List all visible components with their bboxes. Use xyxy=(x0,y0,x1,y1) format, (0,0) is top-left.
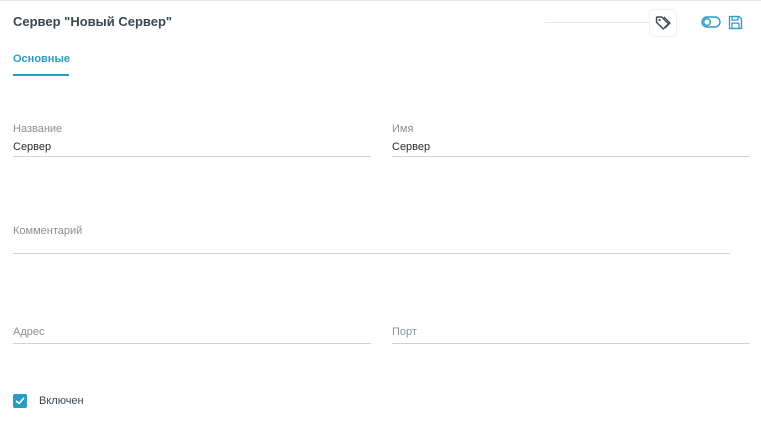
save-button[interactable] xyxy=(727,14,743,30)
comment-field: Комментарий xyxy=(13,225,730,257)
port-input[interactable] xyxy=(392,328,750,343)
checkmark-icon xyxy=(15,396,25,406)
save-icon xyxy=(728,15,743,30)
tags-button[interactable] xyxy=(650,10,676,36)
page-title: Сервер "Новый Сервер" xyxy=(13,14,173,29)
name-underline xyxy=(13,156,371,157)
toggle-icon xyxy=(701,16,721,28)
tag-icon xyxy=(654,14,672,32)
name-label: Название xyxy=(13,123,63,135)
username-underline xyxy=(392,156,750,157)
enabled-label: Включен xyxy=(39,395,84,407)
name-input[interactable] xyxy=(13,139,371,154)
enable-toggle[interactable] xyxy=(700,14,722,30)
address-input[interactable] xyxy=(13,328,371,343)
port-underline xyxy=(392,343,750,344)
tag-input-line xyxy=(545,22,649,23)
comment-label: Комментарий xyxy=(13,225,83,237)
tab-main[interactable]: Основные xyxy=(13,53,70,65)
username-label: Имя xyxy=(392,123,414,135)
tab-active-indicator xyxy=(13,74,69,76)
address-field: Адрес xyxy=(13,326,371,348)
top-divider xyxy=(0,0,761,1)
address-underline xyxy=(13,343,371,344)
name-field: Название xyxy=(13,123,371,159)
username-input[interactable] xyxy=(392,139,750,154)
enabled-checkbox[interactable] xyxy=(13,394,27,408)
comment-underline xyxy=(13,253,730,254)
port-field: Порт xyxy=(392,326,750,348)
username-field: Имя xyxy=(392,123,750,159)
